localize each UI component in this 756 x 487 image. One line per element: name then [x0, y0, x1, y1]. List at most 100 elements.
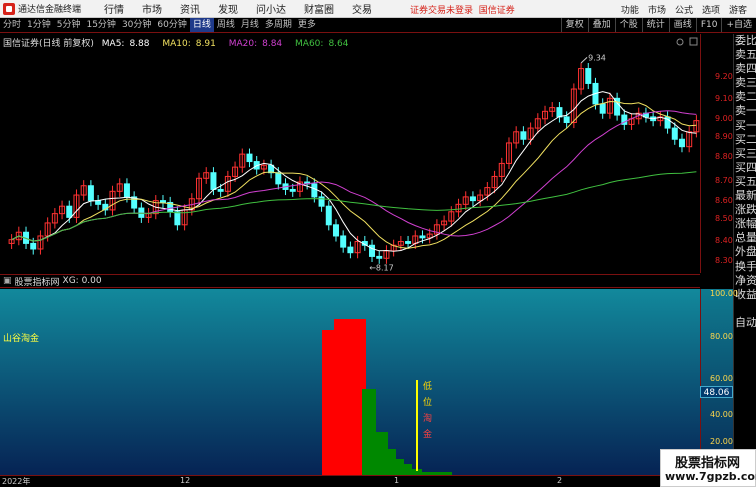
candle-body	[87, 185, 94, 202]
candle-body	[340, 235, 347, 248]
tab-daily[interactable]: 日线	[189, 18, 214, 32]
f10-button[interactable]: F10	[695, 18, 722, 32]
signal-bar-green	[404, 464, 412, 475]
indicator-name: 山谷淘金	[3, 332, 39, 344]
kline-chart[interactable]: 9.34 ←8.17 国信证券(日线 前复权) MA5: 8.88 MA10: 8.9…	[0, 34, 700, 273]
candle-body	[556, 107, 563, 118]
ma60-line	[11, 171, 697, 242]
ma10-label: MA10: 8.91	[162, 39, 216, 49]
indicator-formula-value: XG: 0.00	[62, 276, 102, 286]
side-label: 买二	[735, 132, 756, 146]
kline-svg: 9.34 ←8.17	[8, 37, 700, 273]
overlay-button[interactable]: 叠加	[587, 18, 615, 32]
indicator-site-label: 股票指标网	[14, 277, 60, 288]
draw-line-button[interactable]: 画线	[668, 18, 696, 32]
ma60-label: MA60: 8.64	[295, 39, 349, 49]
add-watchlist-button[interactable]: +自选	[721, 18, 756, 32]
menu-discover[interactable]: 发现	[218, 1, 238, 16]
side-label: 最新	[735, 189, 756, 203]
tab-monthly[interactable]: 月线	[238, 18, 262, 32]
ma5-label: MA5: 8.88	[101, 39, 150, 49]
app-logo-icon	[3, 2, 15, 15]
menu-options[interactable]: 选项	[702, 3, 720, 16]
tab-1min[interactable]: 1分钟	[24, 18, 54, 32]
menu-wealth-circle[interactable]: 财富圈	[304, 1, 334, 16]
menu-formula[interactable]: 公式	[675, 3, 693, 16]
chart-title: 国信证券(日线 前复权)	[3, 39, 94, 49]
low-price-label: ←8.17	[369, 264, 394, 273]
tab-5min[interactable]: 5分钟	[54, 18, 84, 32]
stats-button[interactable]: 统计	[641, 18, 669, 32]
candle-body	[671, 127, 678, 140]
tab-30min[interactable]: 30分钟	[119, 18, 154, 32]
side-label: 外盘	[735, 245, 756, 259]
price-tick: 9.00	[715, 114, 733, 123]
menu-market-quotes[interactable]: 行情	[104, 1, 124, 16]
maximize-icon	[689, 37, 698, 46]
login-status[interactable]: 证券交易未登录 国信证券	[410, 3, 515, 16]
price-tick: 8.80	[715, 152, 733, 161]
menu-trade[interactable]: 交易	[352, 1, 372, 16]
period-toolbar: 分时 1分钟 5分钟 15分钟 30分钟 60分钟 日线 周线 月线 多周期 更…	[0, 18, 756, 33]
price-tick: 8.70	[715, 176, 733, 185]
candle-body	[469, 196, 476, 202]
signal-char: 位	[423, 396, 432, 408]
side-label: 买一	[735, 118, 756, 132]
price-tick: 8.40	[715, 236, 733, 245]
tab-15min[interactable]: 15分钟	[83, 18, 118, 32]
side-label: 卖二	[735, 90, 756, 104]
signal-bar-red	[334, 319, 366, 475]
side-label: 卖四	[735, 62, 756, 76]
adjust-button[interactable]: 复权	[560, 18, 588, 32]
watermark-title: 股票指标网	[675, 456, 741, 471]
price-tick: 8.30	[715, 256, 733, 265]
indicator-current-value: 48.06	[700, 386, 733, 398]
candle-body	[289, 188, 296, 192]
signal-char: 低	[423, 380, 432, 392]
tab-more[interactable]: 更多	[295, 18, 319, 32]
settings-icon	[676, 38, 684, 46]
signal-bar-red	[322, 330, 334, 475]
candle-body	[325, 205, 332, 226]
menu-guest[interactable]: 游客	[729, 3, 747, 16]
indicator-header: ▣ 股票指标网 XG: 0.00	[0, 274, 700, 288]
ind-tick: 60.00	[710, 374, 733, 383]
time-tick: 1	[394, 476, 400, 485]
ma20-label: MA20: 8.84	[228, 39, 283, 49]
tab-multi-period[interactable]: 多周期	[262, 18, 295, 32]
candle-body	[159, 200, 166, 203]
candle-body	[678, 138, 685, 148]
menu-markets[interactable]: 市场	[142, 1, 162, 16]
indicator-menu-icon[interactable]: ▣	[3, 276, 12, 286]
side-label: 买三	[735, 146, 756, 160]
signal-bar-green	[388, 449, 396, 475]
stock-button[interactable]: 个股	[614, 18, 642, 32]
menu-ask-xiaoda[interactable]: 问小达	[256, 1, 286, 16]
price-tick: 9.10	[715, 94, 733, 103]
candle-body	[585, 68, 592, 84]
watermark-url: www.7gpzb.com	[665, 470, 756, 483]
menu-market2[interactable]: 市场	[648, 3, 666, 16]
tab-intraday[interactable]: 分时	[0, 18, 24, 32]
price-tick: 8.90	[715, 132, 733, 141]
candle-body	[275, 172, 282, 185]
side-label: 买四	[735, 160, 756, 174]
candle-body	[599, 103, 606, 114]
time-axis: 2022年 12 1 2	[0, 475, 700, 487]
menu-function[interactable]: 功能	[621, 3, 639, 16]
candle-body	[376, 255, 383, 259]
side-label[interactable]: 自动	[734, 316, 756, 330]
indicator-panel[interactable]: 山谷淘金低位淘金	[0, 289, 700, 475]
signal-bar-green	[362, 389, 376, 475]
tab-weekly[interactable]: 周线	[214, 18, 238, 32]
toolbar-right: 复权 叠加 个股 统计 画线 F10 +自选	[560, 18, 756, 32]
tab-60min[interactable]: 60分钟	[154, 18, 189, 32]
menu-news[interactable]: 资讯	[180, 1, 200, 16]
candle-body	[138, 207, 145, 218]
candle-body	[30, 242, 37, 250]
candle-body	[369, 244, 376, 257]
site-watermark: 股票指标网 www.7gpzb.com	[660, 449, 756, 487]
candle-body	[405, 241, 412, 244]
candle-body	[66, 205, 73, 218]
high-marker-line	[580, 57, 588, 64]
